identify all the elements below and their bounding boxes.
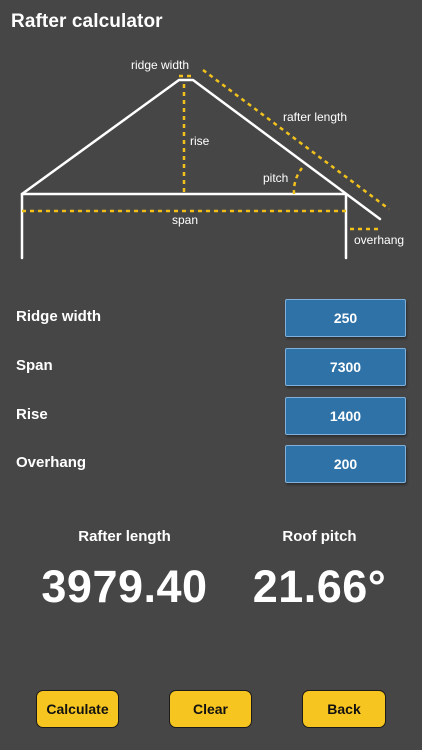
span-row: Span [0, 348, 422, 386]
pitch-arc [292, 167, 304, 195]
overhang-input[interactable] [285, 445, 406, 483]
roof-outline [20, 78, 382, 221]
roof-diagram: ridge width rise rafter length pitch spa… [20, 58, 404, 260]
back-button[interactable]: Back [302, 690, 386, 728]
span-input[interactable] [285, 348, 406, 386]
rise-row: Rise [0, 397, 422, 435]
rafter-calculator-screen: Rafter calculator ridge width rise rafte… [0, 0, 422, 750]
clear-button[interactable]: Clear [169, 690, 252, 728]
ridge-width-row: Ridge width [0, 299, 422, 337]
roof-structure [20, 78, 382, 260]
rafter-length-result: Rafter length 3979.40 [19, 528, 230, 613]
overhang-row: Overhang [0, 445, 422, 483]
overhang-label: overhang [354, 233, 404, 247]
rafter-length-result-value: 3979.40 [41, 561, 208, 612]
span-label: Span [16, 357, 53, 374]
ridge-width-label: Ridge width [16, 308, 101, 325]
roof-pitch-result: Roof pitch 21.66° [214, 528, 422, 613]
rise-label: rise [190, 134, 210, 148]
rafter-length-result-label: Rafter length [78, 528, 171, 545]
pitch-label: pitch [263, 171, 288, 185]
ridge-width-input[interactable] [285, 299, 406, 337]
overhang-label: Overhang [16, 454, 87, 471]
ridge-width-label: ridge width [131, 58, 189, 72]
dimension-lines [22, 68, 390, 231]
roof-pitch-result-value: 21.66° [252, 561, 387, 612]
rise-input[interactable] [285, 397, 406, 435]
rise-label: Rise [16, 406, 48, 423]
rafter-length-label: rafter length [283, 110, 347, 124]
span-label: span [172, 213, 198, 227]
calculate-button[interactable]: Calculate [36, 690, 119, 728]
rafter-length-dim [202, 68, 390, 211]
roof-pitch-result-label: Roof pitch [282, 528, 357, 545]
